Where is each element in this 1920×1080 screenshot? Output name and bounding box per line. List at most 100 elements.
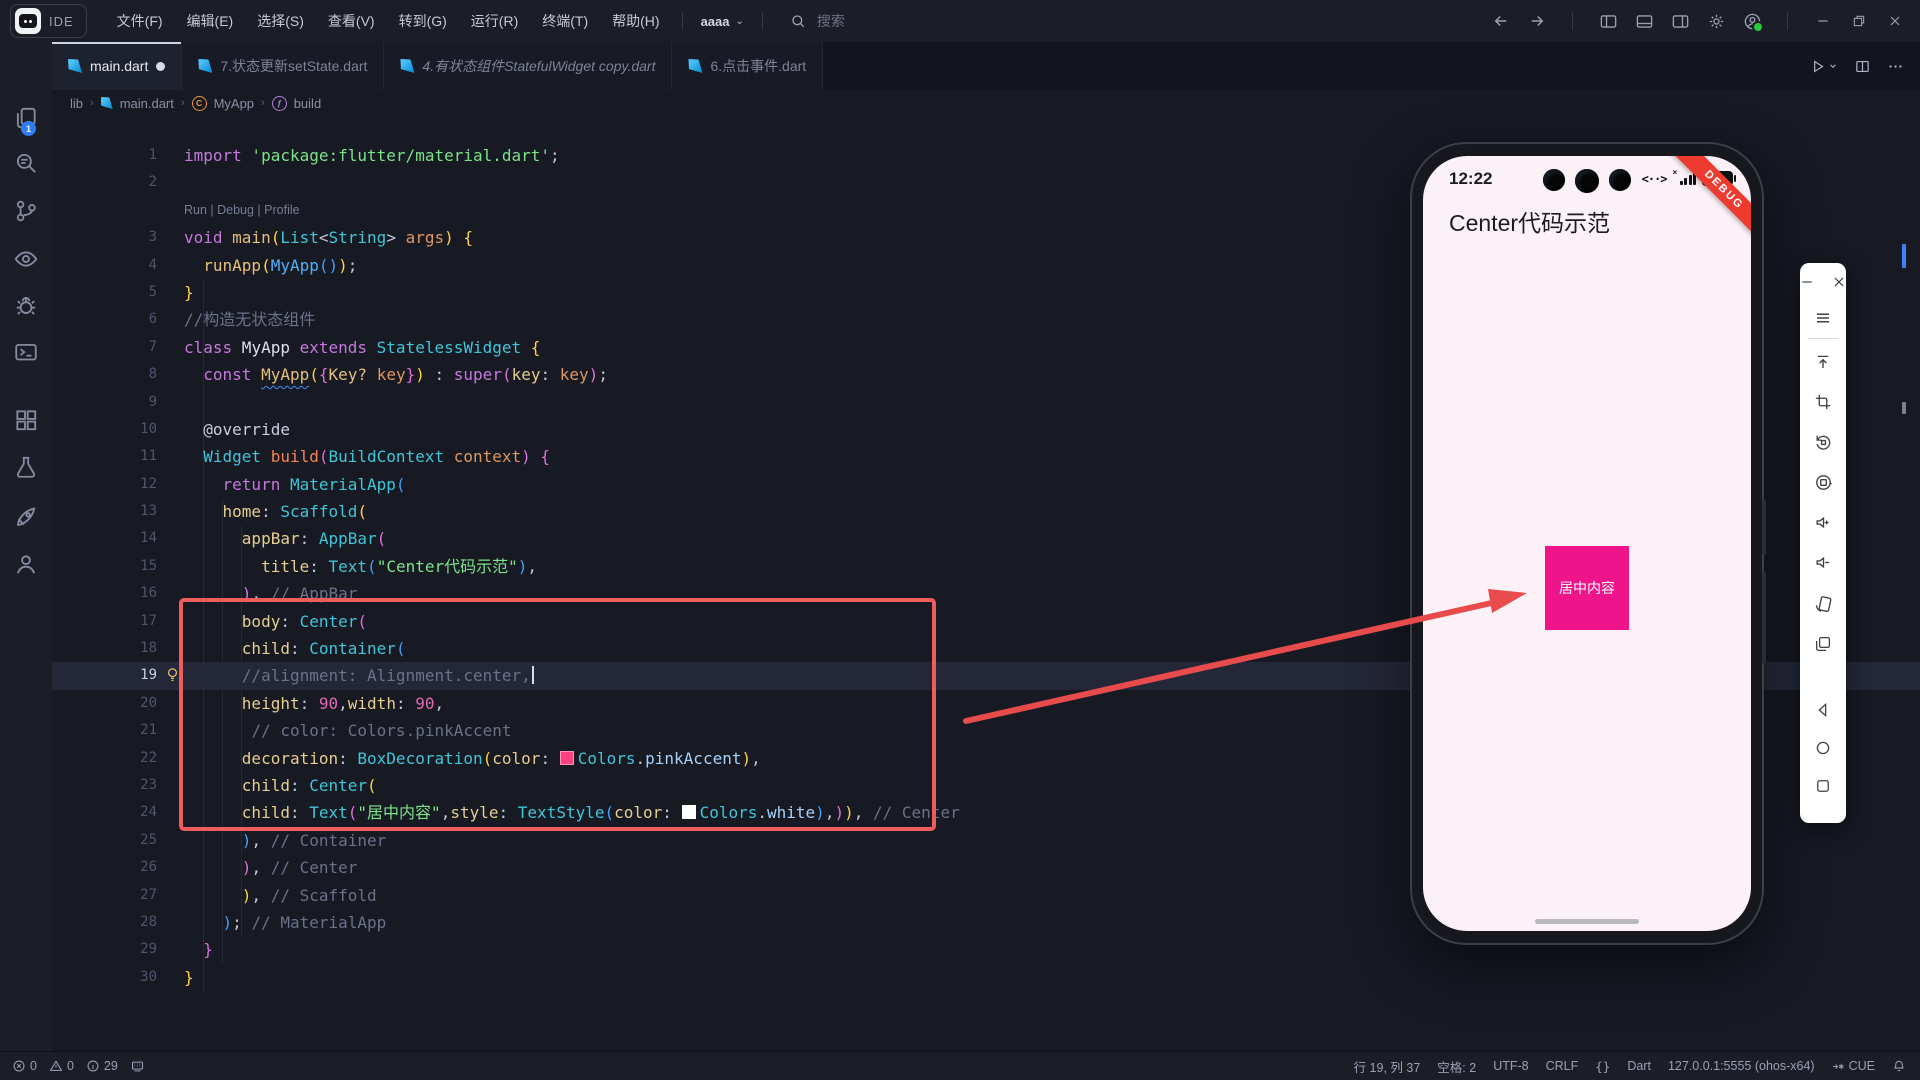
volume-up-icon[interactable]	[1812, 511, 1834, 533]
scroll-top-icon[interactable]	[1812, 351, 1834, 373]
language-mode[interactable]: Dart	[1627, 1059, 1651, 1073]
line-number[interactable]: 27	[52, 882, 157, 909]
accounts-person-icon[interactable]	[13, 551, 39, 577]
line-number[interactable]: 11	[52, 443, 157, 470]
more-actions-icon[interactable]	[1887, 58, 1904, 75]
menu-item-7[interactable]: 帮助(H)	[600, 7, 671, 35]
line-number[interactable]: 26	[52, 854, 157, 881]
line-number[interactable]: 23	[52, 772, 157, 799]
target-device[interactable]: 127.0.0.1:5555 (ohos-x64)	[1668, 1059, 1815, 1073]
line-number[interactable]: 9	[52, 389, 157, 416]
breadcrumb-item[interactable]: MyApp	[214, 96, 254, 111]
restore-icon[interactable]	[1848, 10, 1870, 32]
phone-screen[interactable]: 12:22 <··> × 100 DEBUG Center代码示范 居中内容	[1423, 156, 1751, 931]
layout-sidebar-left-icon[interactable]	[1597, 10, 1619, 32]
account-icon[interactable]	[1741, 10, 1763, 32]
forward-arrow-icon[interactable]	[1526, 10, 1548, 32]
color-swatch[interactable]	[560, 751, 574, 765]
line-number[interactable]: 18	[52, 635, 157, 662]
back-arrow-icon[interactable]	[1490, 10, 1512, 32]
tab-3[interactable]: 6.点击事件.dart	[672, 42, 823, 90]
indentation[interactable]: 空格: 2	[1437, 1057, 1476, 1076]
problems-warnings[interactable]: 0	[49, 1059, 74, 1073]
line-number[interactable]: 7	[52, 334, 157, 361]
testing-beaker-icon[interactable]	[13, 454, 39, 480]
line-number[interactable]: 19	[52, 662, 157, 689]
code-line-30[interactable]: 30}	[52, 964, 1920, 991]
breadcrumb-item[interactable]: lib	[70, 96, 83, 111]
line-number[interactable]: 29	[52, 936, 157, 963]
line-number[interactable]: 3	[52, 224, 157, 251]
notifications-bell-icon[interactable]	[1892, 1059, 1906, 1073]
line-number[interactable]: 28	[52, 909, 157, 936]
line-number[interactable]: 2	[52, 169, 157, 196]
rocket-icon[interactable]	[13, 504, 39, 530]
line-number[interactable]: 12	[52, 471, 157, 498]
eol-sequence[interactable]: CRLF	[1546, 1059, 1579, 1073]
menu-item-6[interactable]: 终端(T)	[530, 7, 600, 35]
line-number[interactable]: 24	[52, 799, 157, 826]
run-debug-button[interactable]	[1809, 58, 1838, 75]
problems-infos[interactable]: 29	[86, 1059, 118, 1073]
tab-2[interactable]: 4.有状态组件StatefulWidget copy.dart	[384, 42, 672, 90]
lightbulb-icon[interactable]	[164, 666, 181, 683]
minimize-icon[interactable]	[1812, 10, 1834, 32]
nav-back-icon[interactable]	[1812, 699, 1834, 721]
problems-errors[interactable]: 0	[12, 1059, 37, 1073]
tab-1[interactable]: 7.状态更新setState.dart	[182, 42, 384, 90]
line-number[interactable]: 1	[52, 142, 157, 169]
global-search[interactable]: 搜索	[787, 10, 845, 32]
home-indicator[interactable]	[1535, 919, 1639, 924]
layout-sidebar-right-icon[interactable]	[1669, 10, 1691, 32]
menu-item-5[interactable]: 运行(R)	[459, 7, 530, 35]
line-number[interactable]: 30	[52, 964, 157, 991]
line-number[interactable]: 10	[52, 416, 157, 443]
line-number[interactable]: 5	[52, 279, 157, 306]
keyboard-icon[interactable]	[130, 1059, 145, 1074]
menu-item-4[interactable]: 转到(G)	[387, 7, 459, 35]
source-control-icon[interactable]	[13, 198, 39, 224]
line-number[interactable]: 4	[52, 252, 157, 279]
files-copy-icon[interactable]: 1	[13, 105, 39, 131]
menu-item-2[interactable]: 选择(S)	[245, 7, 316, 35]
nav-recents-icon[interactable]	[1812, 775, 1834, 797]
line-number[interactable]: 17	[52, 608, 157, 635]
breadcrumb-item[interactable]: build	[294, 96, 321, 111]
screen-rotate-icon[interactable]	[1812, 471, 1834, 493]
app-logo[interactable]: IDE	[10, 4, 87, 38]
cue-assistant[interactable]: CUE	[1832, 1059, 1875, 1073]
menu-item-1[interactable]: 编辑(E)	[175, 7, 246, 35]
rotate-ccw-icon[interactable]	[1812, 431, 1834, 453]
close-icon[interactable]	[1828, 271, 1850, 293]
color-swatch[interactable]	[682, 805, 696, 819]
line-number[interactable]: 20	[52, 690, 157, 717]
menu-icon[interactable]	[1812, 307, 1834, 329]
breadcrumb-item[interactable]: main.dart	[120, 96, 174, 111]
language-status[interactable]: {}	[1595, 1059, 1610, 1074]
breadcrumb[interactable]: lib›main.dart›CMyApp›ƒbuild	[52, 90, 1920, 116]
preview-eye-icon[interactable]	[13, 246, 39, 272]
line-number[interactable]: 14	[52, 525, 157, 552]
encoding[interactable]: UTF-8	[1493, 1059, 1528, 1073]
menu-item-3[interactable]: 查看(V)	[316, 7, 387, 35]
device-rotate-icon[interactable]	[1812, 593, 1834, 615]
line-number[interactable]: 13	[52, 498, 157, 525]
line-number[interactable]: 21	[52, 717, 157, 744]
screenshot-icon[interactable]	[1812, 633, 1834, 655]
line-number[interactable]: 8	[52, 361, 157, 388]
cursor-position[interactable]: 行 19, 列 37	[1354, 1057, 1421, 1076]
line-number[interactable]: 6	[52, 306, 157, 333]
line-number[interactable]: 16	[52, 580, 157, 607]
layout-panel-bottom-icon[interactable]	[1633, 10, 1655, 32]
line-number[interactable]: 25	[52, 827, 157, 854]
menu-item-0[interactable]: 文件(F)	[105, 7, 175, 35]
line-number[interactable]: 22	[52, 745, 157, 772]
centered-container[interactable]: 居中内容	[1545, 546, 1629, 630]
line-number[interactable]: 15	[52, 553, 157, 580]
extensions-icon[interactable]	[13, 407, 39, 433]
minimize-icon[interactable]	[1796, 271, 1818, 293]
search-sidebar-icon[interactable]	[13, 150, 39, 176]
close-icon[interactable]	[1884, 10, 1906, 32]
split-editor-icon[interactable]	[1854, 58, 1871, 75]
nav-home-icon[interactable]	[1812, 737, 1834, 759]
